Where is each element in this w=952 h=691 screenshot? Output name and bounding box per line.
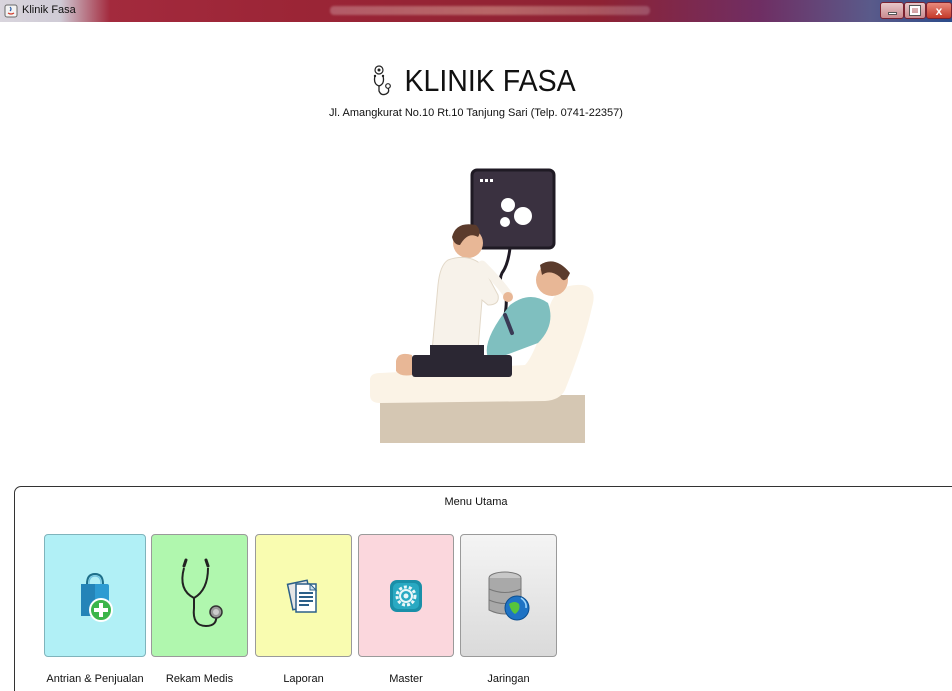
- rekam-medis-button[interactable]: [151, 534, 248, 657]
- close-button[interactable]: x: [926, 2, 952, 19]
- laporan-label: Laporan: [283, 673, 324, 685]
- clinic-name: KLINIK FASA: [404, 63, 576, 98]
- window-title: Klinik Fasa: [22, 4, 76, 16]
- close-icon: x: [935, 3, 943, 18]
- jaringan-button[interactable]: [460, 534, 557, 657]
- maximize-icon: [909, 5, 921, 16]
- master-button[interactable]: [358, 534, 454, 657]
- doctor-patient-illustration: [370, 168, 594, 443]
- laporan-button[interactable]: [255, 534, 352, 657]
- antrian-penjualan-button[interactable]: [44, 534, 146, 657]
- shopping-bag-plus-icon: [81, 572, 113, 622]
- database-globe-icon: [488, 571, 529, 620]
- title-bar[interactable]: Klinik Fasa x: [0, 0, 952, 22]
- maximize-button[interactable]: [904, 2, 926, 19]
- menu-title: Menu Utama: [444, 496, 508, 508]
- gear-icon: [390, 579, 422, 612]
- minimize-button[interactable]: [880, 2, 904, 19]
- clinic-header: KLINIK FASA: [0, 63, 952, 99]
- antrian-penjualan-label: Antrian & Penjualan: [46, 673, 144, 685]
- java-app-icon: [4, 4, 18, 18]
- stethoscope-icon: [180, 558, 223, 627]
- minimize-icon: [887, 12, 897, 15]
- documents-icon: [286, 578, 317, 613]
- jaringan-label: Jaringan: [487, 673, 530, 685]
- master-label: Master: [389, 673, 423, 685]
- stethoscope-icon: [373, 65, 391, 96]
- blurred-title-text: [330, 6, 650, 15]
- rekam-medis-label: Rekam Medis: [165, 673, 234, 685]
- clinic-address: Jl. Amangkurat No.10 Rt.10 Tanjung Sari …: [329, 107, 623, 119]
